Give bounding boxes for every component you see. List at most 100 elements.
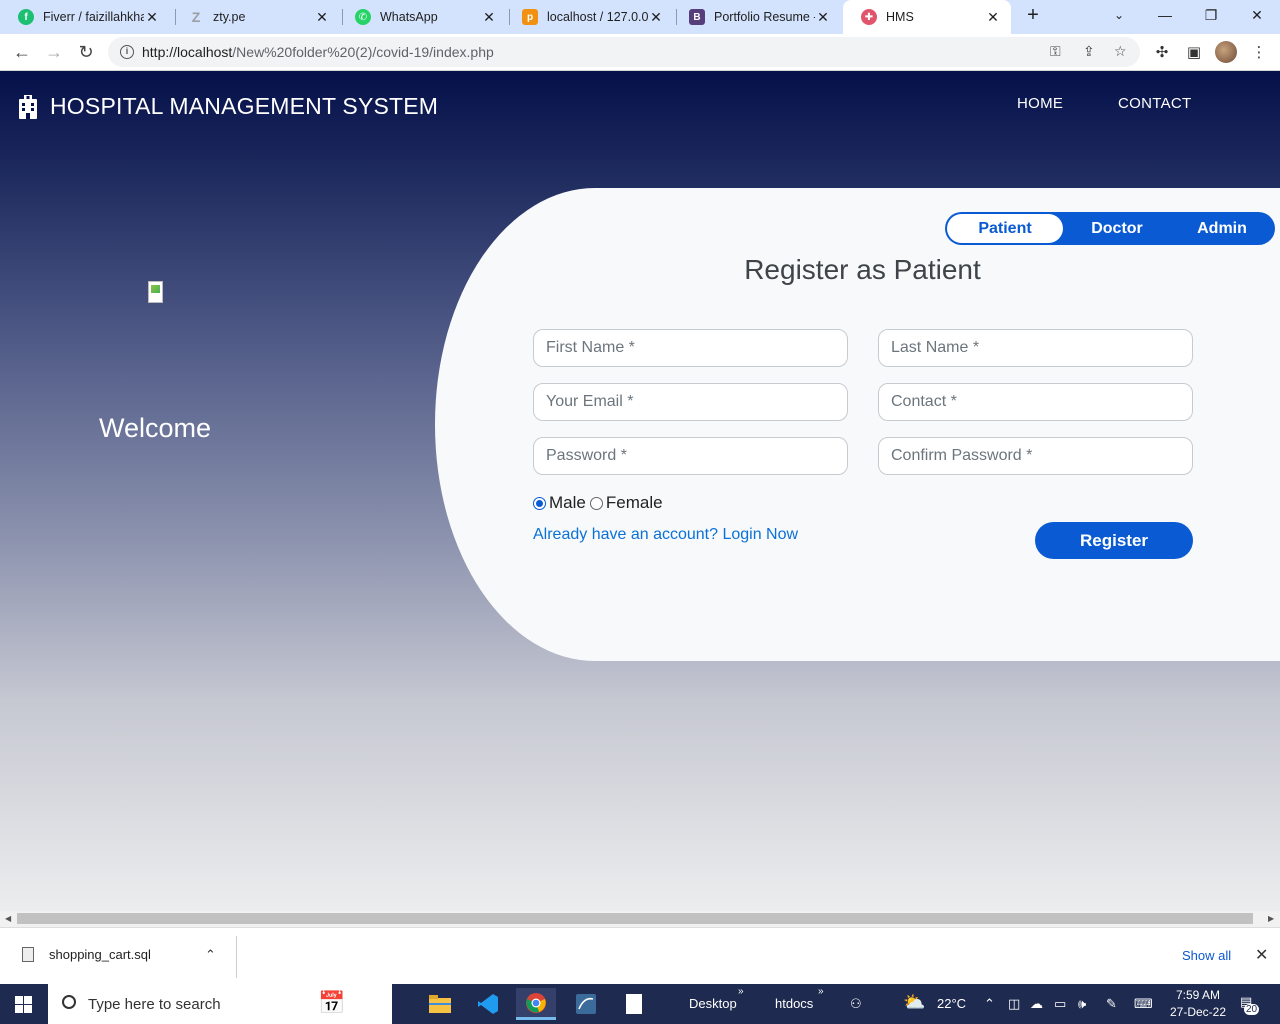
- tab-whatsapp[interactable]: ✆ WhatsApp ✕: [337, 0, 507, 34]
- hospital-icon: [19, 94, 37, 119]
- password-field[interactable]: [533, 437, 848, 475]
- back-arrow-icon[interactable]: ←: [8, 38, 36, 66]
- restore-icon[interactable]: ❐: [1188, 0, 1234, 30]
- close-tab-icon[interactable]: ✕: [481, 9, 497, 25]
- tab-admin[interactable]: Admin: [1171, 212, 1273, 245]
- tab-title: Portfolio Resume -: [714, 10, 815, 24]
- tab-zty[interactable]: Z zty.pe ✕: [170, 0, 340, 34]
- brand-title: HOSPITAL MANAGEMENT SYSTEM: [50, 93, 439, 119]
- chevron-double-right-icon[interactable]: »: [738, 986, 744, 997]
- file-explorer-icon[interactable]: [420, 988, 460, 1020]
- tab-hms[interactable]: ✚ HMS ✕: [843, 0, 1011, 34]
- email-field[interactable]: [533, 383, 848, 421]
- tab-patient[interactable]: Patient: [947, 214, 1063, 243]
- profile-avatar[interactable]: [1215, 41, 1237, 63]
- first-name-field[interactable]: [533, 329, 848, 367]
- url-host: http://localhost: [142, 44, 233, 60]
- reload-icon[interactable]: ↻: [72, 38, 100, 66]
- scroll-right-icon[interactable]: ▶: [1268, 914, 1274, 923]
- tab-phpmyadmin[interactable]: p localhost / 127.0.0.1 ✕: [504, 0, 674, 34]
- download-item[interactable]: shopping_cart.sql: [22, 947, 151, 962]
- notepad-icon[interactable]: [614, 988, 654, 1020]
- tab-portfolio[interactable]: B Portfolio Resume - ✕: [671, 0, 841, 34]
- desktop-toolbar-label[interactable]: Desktop: [689, 996, 737, 1011]
- zty-icon: Z: [191, 9, 201, 25]
- login-now-link[interactable]: Already have an account? Login Now: [533, 526, 798, 544]
- chrome-icon[interactable]: [516, 988, 556, 1020]
- download-filename: shopping_cart.sql: [49, 947, 151, 962]
- site-info-icon[interactable]: i: [120, 45, 134, 59]
- taskbar: Type here to search 📅 Desktop » htdocs »…: [0, 984, 1280, 1024]
- share-icon[interactable]: ⇪: [1083, 43, 1095, 60]
- female-radio[interactable]: [589, 496, 603, 510]
- onedrive-icon[interactable]: ☁: [1030, 996, 1043, 1012]
- last-name-field[interactable]: [878, 329, 1193, 367]
- bookmark-star-icon[interactable]: ☆: [1114, 43, 1127, 60]
- taskbar-search-input[interactable]: Type here to search 📅: [48, 984, 392, 1024]
- key-icon[interactable]: ⚿: [1050, 43, 1061, 60]
- tab-search-icon[interactable]: ⌄: [1096, 0, 1142, 30]
- gender-group: Male Female: [533, 493, 663, 513]
- address-bar[interactable]: http://localhost/New%20folder%20(2)/covi…: [108, 37, 1140, 67]
- whatsapp-icon: ✆: [355, 9, 371, 25]
- phpmyadmin-icon: p: [522, 9, 538, 25]
- horizontal-scrollbar[interactable]: ◀ ▶: [0, 911, 1280, 927]
- close-icon[interactable]: ✕: [1255, 945, 1268, 965]
- people-icon[interactable]: ⚇: [850, 996, 862, 1012]
- mysql-workbench-icon[interactable]: [566, 988, 606, 1020]
- file-icon: [22, 947, 34, 962]
- welcome-heading: Welcome: [98, 413, 212, 443]
- close-tab-icon[interactable]: ✕: [985, 9, 1001, 25]
- close-tab-icon[interactable]: ✕: [314, 9, 330, 25]
- window-close-icon[interactable]: ✕: [1234, 0, 1280, 30]
- contact-field[interactable]: [878, 383, 1193, 421]
- menu-kebab-icon[interactable]: ⋮: [1249, 42, 1269, 62]
- close-tab-icon[interactable]: ✕: [815, 9, 831, 25]
- register-button[interactable]: Register: [1035, 522, 1193, 559]
- new-tab-button[interactable]: +: [1010, 0, 1056, 30]
- browser-toolbar: ← → ↻ http://localhost/New%20folder%20(2…: [0, 34, 1280, 71]
- show-all-link[interactable]: Show all: [1182, 948, 1231, 963]
- clock-date: 27-Dec-22: [1169, 1005, 1227, 1019]
- chevron-up-icon[interactable]: ⌃: [984, 996, 995, 1012]
- chevron-double-right-icon[interactable]: »: [818, 986, 824, 997]
- scroll-left-icon[interactable]: ◀: [5, 914, 11, 923]
- tab-title: zty.pe: [213, 10, 246, 24]
- pen-icon[interactable]: ✎: [1106, 996, 1117, 1012]
- tab-title: localhost / 127.0.0.1: [547, 10, 648, 24]
- weather-cloud-icon[interactable]: ⛅: [903, 992, 925, 1013]
- male-radio[interactable]: [533, 496, 546, 510]
- nav-home-link[interactable]: HOME: [1017, 95, 1063, 112]
- search-icon: [62, 995, 76, 1009]
- temperature[interactable]: 22°C: [937, 996, 966, 1011]
- minimize-icon[interactable]: —: [1142, 0, 1188, 30]
- page-viewport: HOSPITAL MANAGEMENT SYSTEM HOME CONTACT …: [0, 71, 1280, 911]
- tab-doctor[interactable]: Doctor: [1065, 212, 1169, 245]
- scrollbar-thumb[interactable]: [17, 913, 1253, 924]
- windows-start-icon[interactable]: [15, 996, 32, 1013]
- fiverr-icon: f: [18, 9, 34, 25]
- hms-icon: ✚: [861, 9, 877, 25]
- side-panel-icon[interactable]: ▣: [1184, 42, 1204, 62]
- forward-arrow-icon[interactable]: →: [40, 38, 68, 66]
- htdocs-toolbar-label[interactable]: htdocs: [775, 996, 813, 1011]
- meet-icon[interactable]: ◫: [1008, 996, 1020, 1012]
- volume-icon[interactable]: 🕪: [1078, 996, 1086, 1012]
- confirm-password-field[interactable]: [878, 437, 1193, 475]
- tab-fiverr[interactable]: f Fiverr / faizillahkhan ✕: [0, 0, 170, 34]
- clock[interactable]: 7:59 AM 27-Dec-22: [1160, 987, 1236, 1021]
- close-tab-icon[interactable]: ✕: [144, 9, 160, 25]
- calendar-promo-icon: 📅: [318, 990, 346, 1015]
- brand[interactable]: HOSPITAL MANAGEMENT SYSTEM: [18, 93, 438, 120]
- vscode-icon[interactable]: [468, 988, 508, 1020]
- extensions-puzzle-icon[interactable]: ✣: [1152, 42, 1172, 62]
- chevron-up-icon[interactable]: ⌃: [205, 947, 216, 963]
- keyboard-icon[interactable]: ⌨: [1134, 996, 1153, 1012]
- browser-tabstrip: f Fiverr / faizillahkhan ✕ Z zty.pe ✕ ✆ …: [0, 0, 1280, 34]
- nav-contact-link[interactable]: CONTACT: [1118, 95, 1191, 112]
- network-icon[interactable]: ▭: [1054, 996, 1066, 1012]
- tab-title: Fiverr / faizillahkhan: [43, 10, 144, 24]
- close-tab-icon[interactable]: ✕: [648, 9, 664, 25]
- tab-title: WhatsApp: [380, 10, 438, 24]
- bootstrap-icon: B: [689, 9, 705, 25]
